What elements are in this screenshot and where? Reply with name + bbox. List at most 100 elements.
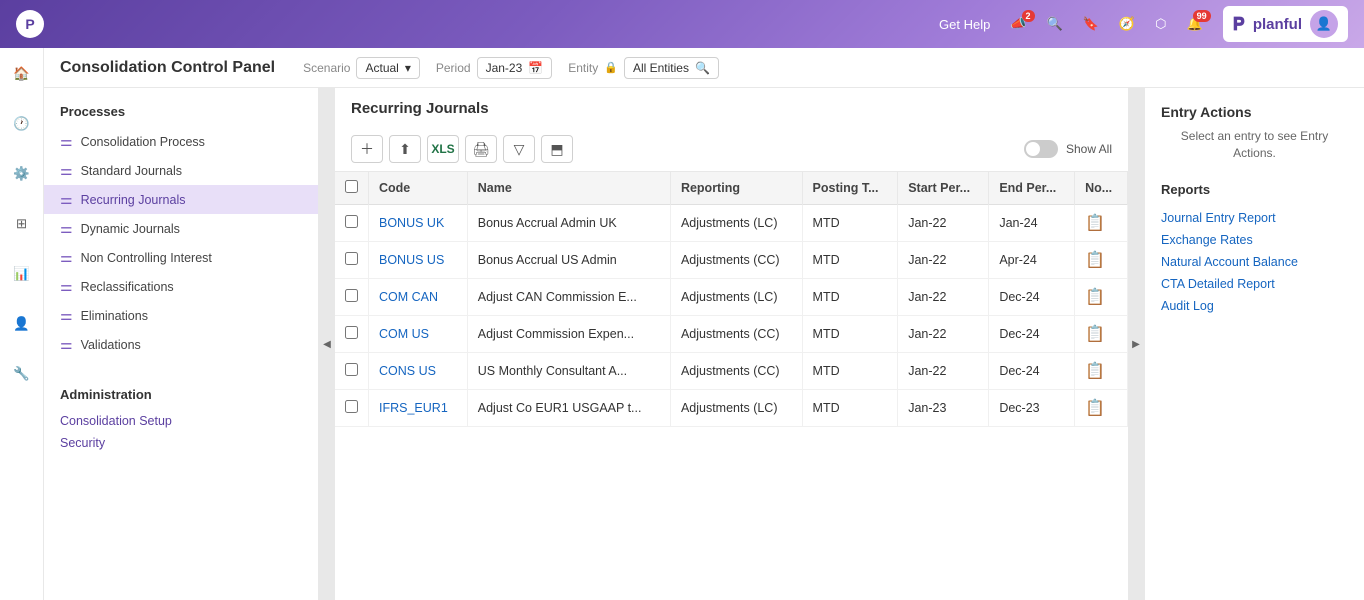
nav-icon-eliminations: ⚌ [60, 307, 73, 324]
user-avatar[interactable]: 👤 [1310, 10, 1338, 38]
consolidation-setup-link[interactable]: Consolidation Setup [60, 410, 302, 432]
nav-item-standard-journals[interactable]: ⚌ Standard Journals [44, 156, 318, 185]
table-row: COM US Adjust Commission Expen... Adjust… [335, 316, 1128, 353]
row-checkbox-cell [335, 279, 369, 316]
table-row: COM CAN Adjust CAN Commission E... Adjus… [335, 279, 1128, 316]
select-all-checkbox[interactable] [345, 180, 358, 193]
row-action-icon-2[interactable]: 📋 [1085, 289, 1105, 306]
plus-icon: ＋ [360, 139, 374, 159]
entry-actions-subtitle: Select an entry to see Entry Actions. [1161, 128, 1348, 162]
calendar-icon: 📅 [528, 61, 543, 75]
row-checkbox-cell [335, 242, 369, 279]
settings-icon-btn[interactable]: ⚙️ [6, 158, 38, 190]
notifications-button[interactable]: 🔔 99 [1186, 16, 1202, 32]
row-posting-type-1: MTD [802, 242, 898, 279]
period-select[interactable]: Jan-23 📅 [477, 57, 553, 79]
nav-item-consolidation-process[interactable]: ⚌ Consolidation Process [44, 127, 318, 156]
nav-item-recurring-journals[interactable]: ⚌ Recurring Journals [44, 185, 318, 214]
scenario-select[interactable]: Actual ▾ [356, 57, 419, 79]
row-action-icon-1[interactable]: 📋 [1085, 252, 1105, 269]
upload-button[interactable]: ⬆ [389, 135, 421, 163]
get-help-button[interactable]: Get Help [939, 17, 990, 32]
show-all-label: Show All [1066, 142, 1112, 156]
row-checkbox-4[interactable] [345, 363, 358, 376]
row-code-4: CONS US [369, 353, 468, 390]
bookmarks-button[interactable]: 🔖 [1083, 16, 1099, 32]
natural-account-balance-link[interactable]: Natural Account Balance [1161, 251, 1348, 273]
history-icon-btn[interactable]: 🕐 [6, 108, 38, 140]
row-checkbox-2[interactable] [345, 289, 358, 302]
brand-logo: 𝐏 planful 👤 [1223, 6, 1348, 42]
filter-button[interactable]: ▽ [503, 135, 535, 163]
row-name-4: US Monthly Consultant A... [467, 353, 670, 390]
row-end-period-4: Dec-24 [989, 353, 1075, 390]
entry-actions-title: Entry Actions [1161, 104, 1348, 120]
announcements-button[interactable]: 📣 2 [1010, 16, 1026, 32]
compass-icon: 🧭 [1119, 16, 1135, 32]
gear-icon-btn[interactable]: 🔧 [6, 358, 38, 390]
nav-item-reclassifications[interactable]: ⚌ Reclassifications [44, 272, 318, 301]
row-action-5: 📋 [1075, 390, 1128, 427]
header-bar: Consolidation Control Panel Scenario Act… [44, 48, 1364, 88]
nav-icon-validations: ⚌ [60, 336, 73, 353]
row-checkbox-cell [335, 390, 369, 427]
row-name-1: Bonus Accrual US Admin [467, 242, 670, 279]
security-link[interactable]: Security [60, 432, 302, 454]
row-checkbox-3[interactable] [345, 326, 358, 339]
show-all-toggle[interactable] [1024, 140, 1058, 158]
code-link-0[interactable]: BONUS UK [379, 216, 444, 230]
search-icon: 🔍 [1047, 16, 1063, 32]
nav-item-eliminations[interactable]: ⚌ Eliminations [44, 301, 318, 330]
reports-icon-btn[interactable]: 📊 [6, 258, 38, 290]
show-all-group: Show All [1024, 140, 1112, 158]
row-posting-type-0: MTD [802, 205, 898, 242]
right-collapse-button[interactable]: ▶ [1128, 88, 1144, 600]
code-link-2[interactable]: COM CAN [379, 290, 438, 304]
audit-log-link[interactable]: Audit Log [1161, 295, 1348, 317]
left-collapse-button[interactable]: ◀ [319, 88, 335, 600]
nav-item-non-controlling-interest[interactable]: ⚌ Non Controlling Interest [44, 243, 318, 272]
nav-item-dynamic-journals[interactable]: ⚌ Dynamic Journals [44, 214, 318, 243]
filter-icon: ▽ [514, 141, 525, 158]
row-action-icon-0[interactable]: 📋 [1085, 215, 1105, 232]
row-action-icon-3[interactable]: 📋 [1085, 326, 1105, 343]
export-button[interactable]: ⬒ [541, 135, 573, 163]
cta-detailed-report-link[interactable]: CTA Detailed Report [1161, 273, 1348, 295]
code-link-5[interactable]: IFRS_EUR1 [379, 401, 448, 415]
top-navigation: P Get Help 📣 2 🔍 🔖 🧭 ⬡ 🔔 99 𝐏 planful [0, 0, 1364, 48]
print-button[interactable]: 🖨 [465, 135, 497, 163]
nav-label-standard-journals: Standard Journals [81, 164, 182, 178]
row-checkbox-0[interactable] [345, 215, 358, 228]
row-checkbox-1[interactable] [345, 252, 358, 265]
add-button[interactable]: ＋ [351, 135, 383, 163]
row-end-period-5: Dec-23 [989, 390, 1075, 427]
row-checkbox-5[interactable] [345, 400, 358, 413]
reports-section-title: Reports [1161, 182, 1348, 197]
nav-icon-non-controlling-interest: ⚌ [60, 249, 73, 266]
consolidation-icon-btn[interactable]: 👤 [6, 308, 38, 340]
row-action-icon-5[interactable]: 📋 [1085, 400, 1105, 417]
nav-item-validations[interactable]: ⚌ Validations [44, 330, 318, 359]
table-row: IFRS_EUR1 Adjust Co EUR1 USGAAP t... Adj… [335, 390, 1128, 427]
upload-icon: ⬆ [399, 141, 411, 158]
journal-entry-report-link[interactable]: Journal Entry Report [1161, 207, 1348, 229]
grid-icon-btn[interactable]: ⊞ [6, 208, 38, 240]
row-checkbox-cell [335, 353, 369, 390]
excel-button[interactable]: XLS [427, 135, 459, 163]
home-icon-btn[interactable]: 🏠 [6, 58, 38, 90]
settings-icon: ⚙️ [13, 166, 30, 182]
code-link-1[interactable]: BONUS US [379, 253, 444, 267]
row-action-icon-4[interactable]: 📋 [1085, 363, 1105, 380]
grid-icon: ⊞ [16, 216, 27, 232]
code-link-4[interactable]: CONS US [379, 364, 436, 378]
col-end-period: End Per... [989, 172, 1075, 205]
table-row: CONS US US Monthly Consultant A... Adjus… [335, 353, 1128, 390]
compass-button[interactable]: 🧭 [1119, 16, 1135, 32]
entity-select[interactable]: All Entities 🔍 [624, 57, 719, 79]
apps-button[interactable]: ⬡ [1155, 16, 1166, 32]
code-link-3[interactable]: COM US [379, 327, 429, 341]
col-notes: No... [1075, 172, 1128, 205]
exchange-rates-link[interactable]: Exchange Rates [1161, 229, 1348, 251]
panel-title: Recurring Journals [351, 100, 1112, 117]
search-button[interactable]: 🔍 [1047, 16, 1063, 32]
